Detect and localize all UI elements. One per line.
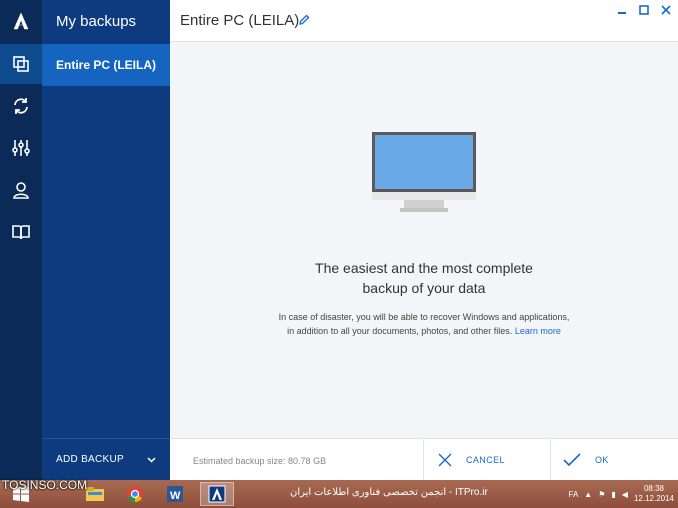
close-icon[interactable]	[660, 4, 672, 16]
clock-date: 12.12.2014	[633, 494, 674, 503]
learn-more-link[interactable]: Learn more	[515, 326, 561, 336]
maximize-icon[interactable]	[638, 4, 650, 16]
add-backup-button[interactable]: ADD BACKUP	[42, 438, 170, 480]
cancel-button[interactable]: CANCEL	[423, 439, 550, 481]
headline: The easiest and the most complete backup…	[170, 258, 678, 298]
language-indicator[interactable]: FA	[569, 490, 579, 499]
nav-rail	[0, 0, 42, 480]
system-tray: FA ▲ ⚑ ▮ ◀ 08:38 12.12.2014	[569, 480, 674, 508]
network-icon[interactable]: ▮	[611, 490, 615, 499]
headline-line-1: The easiest and the most complete	[315, 260, 533, 276]
header: Entire PC (LEILA)	[170, 0, 678, 42]
description: In case of disaster, you will be able to…	[170, 310, 678, 338]
monitor-illustration-icon	[370, 130, 478, 221]
backup-item-entire-pc[interactable]: Entire PC (LEILA)	[42, 44, 170, 86]
window-controls	[616, 4, 672, 16]
taskbar-banner-text: انجمن تخصصی فناوری اطلاعات ایران - ITPro…	[290, 487, 488, 498]
description-line-2: in addition to all your documents, photo…	[287, 326, 513, 336]
ok-button[interactable]: OK	[550, 439, 678, 481]
acronis-taskbar-icon[interactable]	[200, 482, 234, 506]
volume-icon[interactable]: ◀	[622, 490, 628, 499]
checkmark-icon	[563, 453, 581, 467]
estimated-size: Estimated backup size: 80.78 GB	[193, 456, 327, 466]
show-hidden-icons-icon[interactable]: ▲	[584, 490, 592, 499]
chrome-icon[interactable]	[118, 482, 152, 506]
tools-icon[interactable]	[0, 128, 42, 168]
minimize-icon[interactable]	[616, 4, 628, 16]
ok-label: OK	[595, 455, 609, 465]
account-icon[interactable]	[0, 170, 42, 210]
watermark: TOSINSO.COM	[2, 478, 88, 492]
word-icon[interactable]: W	[158, 482, 192, 506]
taskbar: W انجمن تخصصی فناوری اطلاعات ایران - ITP…	[0, 480, 678, 508]
headline-line-2: backup of your data	[362, 280, 486, 296]
clock-time: 08:38	[643, 484, 664, 493]
backup-item-label: Entire PC (LEILA)	[56, 58, 157, 72]
cancel-label: CANCEL	[466, 455, 505, 465]
close-x-icon	[438, 453, 452, 467]
footer: Estimated backup size: 80.78 GB CANCEL O…	[170, 438, 678, 481]
backup-icon[interactable]	[0, 44, 42, 84]
acronis-logo-icon	[0, 0, 42, 42]
sync-icon[interactable]	[0, 86, 42, 126]
chevron-down-icon	[147, 456, 156, 463]
pane-title: My backups	[56, 13, 137, 30]
backups-pane: My backups Entire PC (LEILA) ADD BACKUP	[42, 0, 170, 480]
pencil-edit-icon[interactable]	[298, 13, 310, 31]
svg-text:W: W	[170, 490, 181, 502]
description-line-1: In case of disaster, you will be able to…	[278, 312, 570, 322]
page-title: Entire PC (LEILA)	[180, 12, 300, 29]
clock[interactable]: 08:38 12.12.2014	[634, 484, 674, 504]
add-backup-label: ADD BACKUP	[56, 454, 125, 465]
main-content: The easiest and the most complete backup…	[170, 42, 678, 438]
help-book-icon[interactable]	[0, 212, 42, 252]
flag-icon[interactable]: ⚑	[598, 490, 605, 499]
